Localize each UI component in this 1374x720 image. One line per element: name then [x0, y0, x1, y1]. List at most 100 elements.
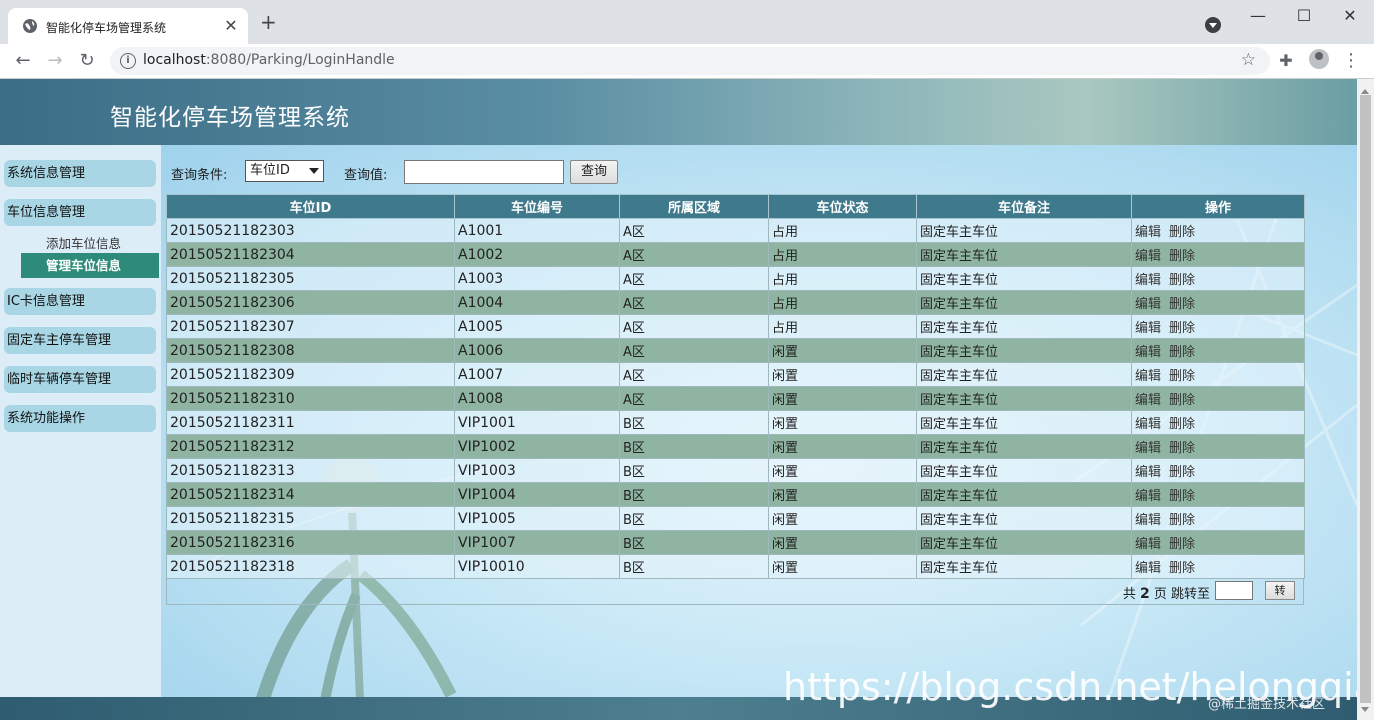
cell-space-number: A1008 — [454, 386, 620, 411]
edit-link[interactable]: 编辑 — [1135, 369, 1161, 384]
page-jump-input[interactable] — [1215, 581, 1253, 600]
edit-link[interactable]: 编辑 — [1135, 489, 1161, 504]
query-button[interactable]: 查询 — [570, 160, 618, 184]
delete-link[interactable]: 删除 — [1169, 321, 1195, 336]
maximize-button[interactable]: ☐ — [1281, 6, 1327, 25]
edit-link[interactable]: 编辑 — [1135, 465, 1161, 480]
scroll-down-icon[interactable] — [1361, 707, 1369, 716]
edit-link[interactable]: 编辑 — [1135, 561, 1161, 576]
cell-space-number: A1007 — [454, 362, 620, 387]
edit-link[interactable]: 编辑 — [1135, 321, 1161, 336]
cell-remark: 固定车主车位 — [916, 530, 1132, 555]
cell-space-id: 20150521182309 — [166, 362, 455, 387]
query-condition-select[interactable]: 车位ID — [245, 160, 324, 182]
edit-link[interactable]: 编辑 — [1135, 273, 1161, 288]
delete-link[interactable]: 删除 — [1169, 441, 1195, 456]
cell-remark: 固定车主车位 — [916, 362, 1132, 387]
table-row: 20150521182310 A1008 A区 闲置 固定车主车位 编辑 删除 — [166, 386, 1305, 411]
delete-link[interactable]: 删除 — [1169, 225, 1195, 240]
table-row: 20150521182307 A1005 A区 占用 固定车主车位 编辑 删除 — [166, 314, 1305, 339]
column-header-actions: 操作 — [1131, 194, 1305, 219]
cell-space-id: 20150521182318 — [166, 554, 455, 579]
menu-kebab-icon[interactable]: ⋮ — [1341, 51, 1361, 71]
delete-link[interactable]: 删除 — [1169, 561, 1195, 576]
scrollbar-thumb[interactable] — [1360, 95, 1371, 703]
cell-space-id: 20150521182310 — [166, 386, 455, 411]
query-value-input[interactable] — [404, 160, 564, 184]
column-header-status: 车位状态 — [768, 194, 917, 219]
close-tab-icon[interactable]: ✕ — [222, 16, 240, 35]
edit-link[interactable]: 编辑 — [1135, 345, 1161, 360]
delete-link[interactable]: 删除 — [1169, 249, 1195, 264]
vertical-scrollbar[interactable] — [1357, 79, 1374, 720]
cell-area: B区 — [619, 482, 769, 507]
edit-link[interactable]: 编辑 — [1135, 297, 1161, 312]
cell-space-id: 20150521182312 — [166, 434, 455, 459]
browser-tab[interactable]: 智能化停车场管理系统 ✕ — [8, 8, 248, 44]
pagination: 共 2 页 跳转至 转 — [166, 578, 1304, 605]
cell-space-number: A1004 — [454, 290, 620, 315]
cell-actions: 编辑 删除 — [1131, 362, 1305, 387]
cell-space-number: VIP1003 — [454, 458, 620, 483]
sidebar-item-temp-vehicle[interactable]: 临时车辆停车管理 — [4, 366, 156, 393]
query-condition-label: 查询条件: — [171, 168, 228, 183]
forward-icon[interactable]: → — [44, 50, 66, 72]
page-jump-button[interactable]: 转 — [1265, 581, 1295, 600]
delete-link[interactable]: 删除 — [1169, 345, 1195, 360]
profile-avatar[interactable] — [1309, 49, 1329, 69]
table-row: 20150521182305 A1003 A区 占用 固定车主车位 编辑 删除 — [166, 266, 1305, 291]
cell-space-number: A1001 — [454, 218, 620, 243]
cell-status: 闲置 — [768, 410, 917, 435]
cell-status: 占用 — [768, 290, 917, 315]
delete-link[interactable]: 删除 — [1169, 393, 1195, 408]
edit-link[interactable]: 编辑 — [1135, 537, 1161, 552]
cell-actions: 编辑 删除 — [1131, 314, 1305, 339]
cell-remark: 固定车主车位 — [916, 314, 1132, 339]
sidebar: 系统信息管理 车位信息管理 添加车位信息 管理车位信息 IC卡信息管理 固定车主… — [0, 145, 161, 720]
extensions-icon[interactable]: ✚ — [1276, 51, 1296, 71]
cell-remark: 固定车主车位 — [916, 506, 1132, 531]
sidebar-item-ic-card[interactable]: IC卡信息管理 — [4, 288, 156, 315]
sidebar-item-system-info[interactable]: 系统信息管理 — [4, 160, 156, 187]
edit-link[interactable]: 编辑 — [1135, 441, 1161, 456]
sidebar-item-fixed-owner[interactable]: 固定车主停车管理 — [4, 327, 156, 354]
address-bar[interactable]: i localhost:8080/Parking/LoginHandle ☆ — [110, 47, 1270, 75]
table-row: 20150521182309 A1007 A区 闲置 固定车主车位 编辑 删除 — [166, 362, 1305, 387]
query-value-label: 查询值: — [344, 168, 388, 183]
bookmark-star-icon[interactable]: ☆ — [1241, 50, 1256, 70]
new-tab-icon[interactable]: + — [260, 12, 277, 32]
delete-link[interactable]: 删除 — [1169, 465, 1195, 480]
sidebar-subitem-manage-space[interactable]: 管理车位信息 — [21, 253, 159, 278]
delete-link[interactable]: 删除 — [1169, 489, 1195, 504]
delete-link[interactable]: 删除 — [1169, 273, 1195, 288]
scroll-up-icon[interactable] — [1361, 85, 1369, 94]
close-window-button[interactable]: ✕ — [1327, 6, 1373, 25]
cell-status: 闲置 — [768, 530, 917, 555]
edit-link[interactable]: 编辑 — [1135, 513, 1161, 528]
sidebar-item-system-functions[interactable]: 系统功能操作 — [4, 405, 156, 432]
sidebar-item-parking-space[interactable]: 车位信息管理 — [4, 199, 156, 226]
sidebar-subitem-add-space[interactable]: 添加车位信息 — [46, 233, 121, 252]
tab-search-icon[interactable] — [1205, 17, 1221, 33]
cell-remark: 固定车主车位 — [916, 458, 1132, 483]
minimize-button[interactable]: — — [1235, 6, 1281, 25]
table-row: 20150521182314 VIP1004 B区 闲置 固定车主车位 编辑 删除 — [166, 482, 1305, 507]
cell-remark: 固定车主车位 — [916, 386, 1132, 411]
edit-link[interactable]: 编辑 — [1135, 249, 1161, 264]
url-text[interactable]: localhost:8080/Parking/LoginHandle — [143, 52, 395, 68]
cell-space-id: 20150521182304 — [166, 242, 455, 267]
reload-icon[interactable]: ↻ — [76, 50, 98, 72]
back-icon[interactable]: ← — [12, 50, 34, 72]
delete-link[interactable]: 删除 — [1169, 417, 1195, 432]
edit-link[interactable]: 编辑 — [1135, 225, 1161, 240]
delete-link[interactable]: 删除 — [1169, 369, 1195, 384]
info-icon[interactable]: i — [120, 53, 136, 69]
edit-link[interactable]: 编辑 — [1135, 393, 1161, 408]
edit-link[interactable]: 编辑 — [1135, 417, 1161, 432]
delete-link[interactable]: 删除 — [1169, 513, 1195, 528]
browser-tabstrip: 智能化停车场管理系统 ✕ + — ☐ ✕ — [0, 0, 1374, 44]
delete-link[interactable]: 删除 — [1169, 537, 1195, 552]
delete-link[interactable]: 删除 — [1169, 297, 1195, 312]
cell-space-number: VIP1007 — [454, 530, 620, 555]
table-row: 20150521182306 A1004 A区 占用 固定车主车位 编辑 删除 — [166, 290, 1305, 315]
